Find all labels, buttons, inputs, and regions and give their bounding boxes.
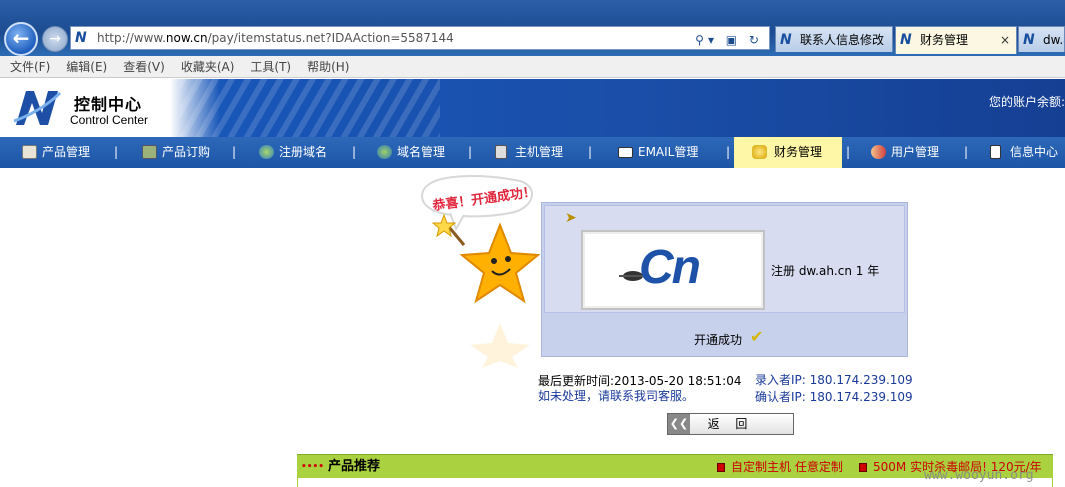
document-icon: [990, 145, 1001, 159]
tab-favicon-icon: N: [780, 32, 792, 48]
nav-separator: |: [964, 145, 969, 159]
address-bar[interactable]: N http://www.now.cn/pay/itemstatus.net?I…: [70, 26, 770, 50]
control-center-title: 控制中心: [74, 95, 143, 114]
close-tab-icon[interactable]: ×: [1000, 27, 1010, 53]
return-button[interactable]: ❮❮ 返 回: [667, 413, 794, 435]
tab-label: 财务管理: [920, 33, 969, 47]
tab-contact-edit[interactable]: N 联系人信息修改: [775, 26, 893, 52]
users-icon: [871, 145, 886, 159]
tab-favicon-icon: N: [900, 32, 912, 48]
account-balance-label: 您的账户余额:: [988, 95, 1065, 109]
check-icon: ✔: [750, 327, 764, 346]
url-prefix: http://www.: [97, 31, 166, 45]
nav-label: 用户管理: [891, 145, 940, 159]
watermark: www.wooyun.org: [924, 468, 1034, 483]
nav-register-domain[interactable]: 注册域名: [257, 137, 327, 168]
nav-email-management[interactable]: EMAIL管理: [616, 137, 698, 168]
menu-favorites[interactable]: 收藏夹(A): [181, 56, 235, 78]
activation-success-text: 开通成功: [694, 333, 743, 347]
nav-separator: |: [352, 145, 357, 159]
congrats-bubble-text: 恭喜！开通成功！: [426, 176, 537, 218]
nav-separator: |: [726, 145, 731, 159]
url-host: now.cn: [165, 31, 208, 45]
contact-support-text[interactable]: 如未处理，请联系我司客服。: [538, 387, 694, 404]
order-result-panel: ➤ Cn 注册 dw.ah.cn 1 年 开通成功 ✔: [541, 202, 908, 357]
site-favicon-icon: N: [75, 30, 87, 46]
return-button-label: 返 回: [707, 417, 754, 431]
site-header: 控制中心 Control Center 您的账户余额:: [0, 79, 1065, 137]
pin-icon: ➤: [565, 210, 577, 226]
nav-label: 主机管理: [515, 145, 564, 159]
nav-label: 信息中心: [1010, 145, 1059, 159]
cn-domain-logo: Cn: [581, 230, 765, 310]
menu-help[interactable]: 帮助(H): [307, 56, 349, 78]
globe-icon: [377, 145, 392, 159]
nav-label: EMAIL管理: [638, 145, 699, 159]
congrats-text: 恭喜！开通成功！: [431, 184, 537, 215]
nav-separator: |: [588, 145, 593, 159]
nav-separator: |: [114, 145, 119, 159]
nav-product-order[interactable]: 产品订购: [140, 137, 210, 168]
cart-icon: [142, 145, 157, 159]
nav-domain-management[interactable]: 域名管理: [375, 137, 445, 168]
confirm-ip: 确认者IP: 180.174.239.109: [755, 390, 913, 404]
tab-label: dw.a: [1043, 33, 1064, 47]
double-left-arrow-icon: ❮❮: [668, 414, 690, 434]
recommend-link-label: 自定制主机 任意定制: [731, 460, 843, 474]
nav-info-center[interactable]: 信息中心: [988, 137, 1058, 168]
forward-arrow-icon[interactable]: →: [42, 26, 68, 52]
menu-view[interactable]: 查看(V): [123, 56, 165, 78]
bullet-icon: [717, 463, 725, 472]
tab-finance[interactable]: N 财务管理 ×: [895, 26, 1017, 54]
menu-tools[interactable]: 工具(T): [250, 56, 291, 78]
nav-host-management[interactable]: 主机管理: [493, 137, 563, 168]
server-icon: [495, 145, 507, 159]
bullet-icon: [859, 463, 867, 472]
header-decoration: [180, 79, 440, 137]
product-icon: [22, 145, 37, 159]
menu-file[interactable]: 文件(F): [10, 56, 50, 78]
cn-logo-text: Cn: [639, 241, 701, 294]
tab-domain[interactable]: N dw.a: [1018, 26, 1065, 52]
nav-label: 产品订购: [162, 145, 211, 159]
mail-icon: [618, 147, 633, 158]
recommend-link-custom-host[interactable]: 自定制主机 任意定制: [717, 455, 843, 479]
nav-separator: |: [232, 145, 237, 159]
nav-label: 注册域名: [279, 145, 328, 159]
product-recommend-title: •••• 产品推荐: [301, 455, 380, 479]
nav-label: 财务管理: [774, 145, 823, 159]
nav-product-management[interactable]: 产品管理: [20, 137, 90, 168]
registration-detail: 注册 dw.ah.cn 1 年: [771, 264, 880, 278]
browser-menubar: 文件(F) 编辑(E) 查看(V) 收藏夹(A) 工具(T) 帮助(H): [0, 56, 1065, 78]
nav-label: 域名管理: [397, 145, 446, 159]
control-center-subtitle: Control Center: [70, 113, 149, 127]
nav-finance-management[interactable]: 财务管理: [734, 137, 842, 168]
browser-toolbar: ← → N http://www.now.cn/pay/itemstatus.n…: [0, 0, 1065, 56]
main-nav: 产品管理 | 产品订购 | 注册域名 | 域名管理 | 主机管理 | EMAIL…: [0, 137, 1065, 168]
nav-separator: |: [468, 145, 473, 159]
globe-pen-icon: [259, 145, 274, 159]
tab-favicon-icon: N: [1023, 32, 1035, 48]
recommend-title-text: 产品推荐: [328, 459, 381, 474]
back-arrow-icon[interactable]: ←: [4, 22, 38, 56]
url-path: /pay/itemstatus.net?IDAAction=5587144: [207, 31, 454, 45]
nav-label: 产品管理: [42, 145, 91, 159]
nav-separator: |: [846, 145, 851, 159]
nav-user-management[interactable]: 用户管理: [869, 137, 939, 168]
coins-icon: [752, 145, 767, 159]
title-dots-icon: ••••: [301, 462, 325, 472]
tab-label: 联系人信息修改: [800, 33, 885, 47]
now-cn-logo-icon: [13, 91, 62, 125]
order-result-box: ➤ Cn 注册 dw.ah.cn 1 年: [544, 205, 905, 313]
menu-edit[interactable]: 编辑(E): [66, 56, 107, 78]
entry-ip: 录入者IP: 180.174.239.109: [755, 373, 913, 387]
address-tools-icons[interactable]: ⚲▾ ▣ ↻: [695, 29, 763, 51]
